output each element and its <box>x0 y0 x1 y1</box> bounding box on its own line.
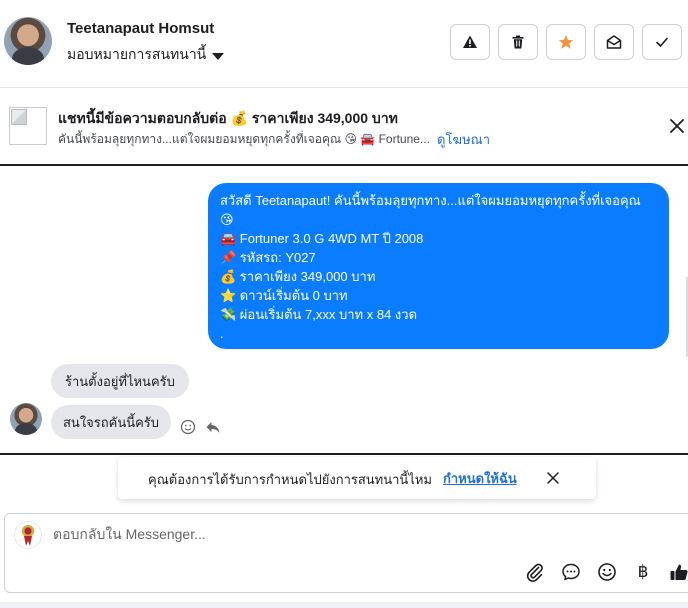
page-avatar <box>14 521 42 549</box>
envelope-open-icon <box>606 35 622 49</box>
warning-icon <box>463 35 477 48</box>
message-line: 🚘 Fortuner 3.0 G 4WD MT ปี 2008 <box>220 231 424 246</box>
incoming-message[interactable]: สนใจรถคันนี้ครับ <box>51 405 172 439</box>
incoming-message[interactable]: ร้านตั้งอยู่ที่ไหนครับ <box>51 364 189 398</box>
mark-unread-button[interactable] <box>594 24 634 60</box>
close-icon[interactable] <box>668 117 686 135</box>
delete-button[interactable] <box>498 24 538 60</box>
saved-replies-button[interactable] <box>561 562 581 582</box>
star-button[interactable] <box>546 24 586 60</box>
reply-icon[interactable] <box>205 419 221 435</box>
view-ad-link[interactable]: ดูโฆษณา <box>437 129 490 150</box>
paperclip-icon <box>526 563 543 582</box>
reply-composer: ฿ <box>4 513 688 593</box>
bottom-edge <box>0 602 688 608</box>
conversation-header: Teetanapaut Homsut มอบหมายการสนทนานี้ <box>0 0 688 88</box>
close-icon[interactable] <box>546 471 560 485</box>
assign-conversation-dropdown[interactable]: มอบหมายการสนทนานี้ <box>67 44 225 66</box>
caret-down-icon <box>212 52 225 60</box>
message-line: สวัสดี Teetanapaut! คันนี้พร้อมลุยทุกทาง… <box>220 193 641 208</box>
ad-subtitle: คันนี้พร้อมลุยทุกทาง...แต่ใจผมยอมหยุดทุก… <box>58 132 430 146</box>
sender-avatar <box>10 403 42 435</box>
ad-thumbnail[interactable] <box>9 107 47 145</box>
contact-name[interactable]: Teetanapaut Homsut <box>67 20 214 37</box>
message-thread: สวัสดี Teetanapaut! คันนี้พร้อมลุยทุกทาง… <box>0 167 688 455</box>
contact-avatar[interactable] <box>4 17 52 65</box>
assign-to-me-link[interactable]: กำหนดให้ฉัน <box>443 468 517 489</box>
baht-icon: ฿ <box>637 562 649 582</box>
assign-label: มอบหมายการสนทนานี้ <box>67 46 207 62</box>
ad-context-bar: แชทนี้มีข้อความตอบกลับต่อ 💰 ราคาเพียง 34… <box>0 89 688 166</box>
message-line: 📌 รหัสรถ: Y027 <box>220 250 316 265</box>
attach-button[interactable] <box>525 562 545 582</box>
emoji-react-icon[interactable] <box>180 419 196 435</box>
payment-button[interactable]: ฿ <box>633 562 653 582</box>
checkmark-icon <box>656 37 668 47</box>
message-line: 😘 <box>220 212 234 227</box>
emoji-button[interactable] <box>597 562 617 582</box>
emoji-icon <box>598 563 616 581</box>
star-icon <box>558 35 574 49</box>
message-line: ⭐ ดาวน์เริ่มต้น 0 บาท <box>220 288 348 303</box>
trash-icon <box>512 35 524 49</box>
assign-prompt: คุณต้องการได้รับการกำหนดไปยังการสนทนานี้… <box>118 457 596 499</box>
reply-input[interactable] <box>53 526 553 542</box>
outgoing-message[interactable]: สวัสดี Teetanapaut! คันนี้พร้อมลุยทุกทาง… <box>208 183 669 349</box>
message-line: . <box>220 326 224 341</box>
ad-title: แชทนี้มีข้อความตอบกลับต่อ 💰 ราคาเพียง 34… <box>58 110 398 126</box>
report-button[interactable] <box>450 24 490 60</box>
message-line: 💸 ผ่อนเริ่มต้น 7,xxx บาท x 84 งวด <box>220 307 418 322</box>
message-line: 💰 ราคาเพียง 349,000 บาท <box>220 269 376 284</box>
chat-bubble-icon <box>562 563 580 581</box>
assign-prompt-text: คุณต้องการได้รับการกำหนดไปยังการสนทนานี้… <box>148 472 432 487</box>
done-button[interactable] <box>642 24 682 60</box>
thumbs-up-icon <box>670 564 688 580</box>
like-button[interactable] <box>669 562 688 582</box>
